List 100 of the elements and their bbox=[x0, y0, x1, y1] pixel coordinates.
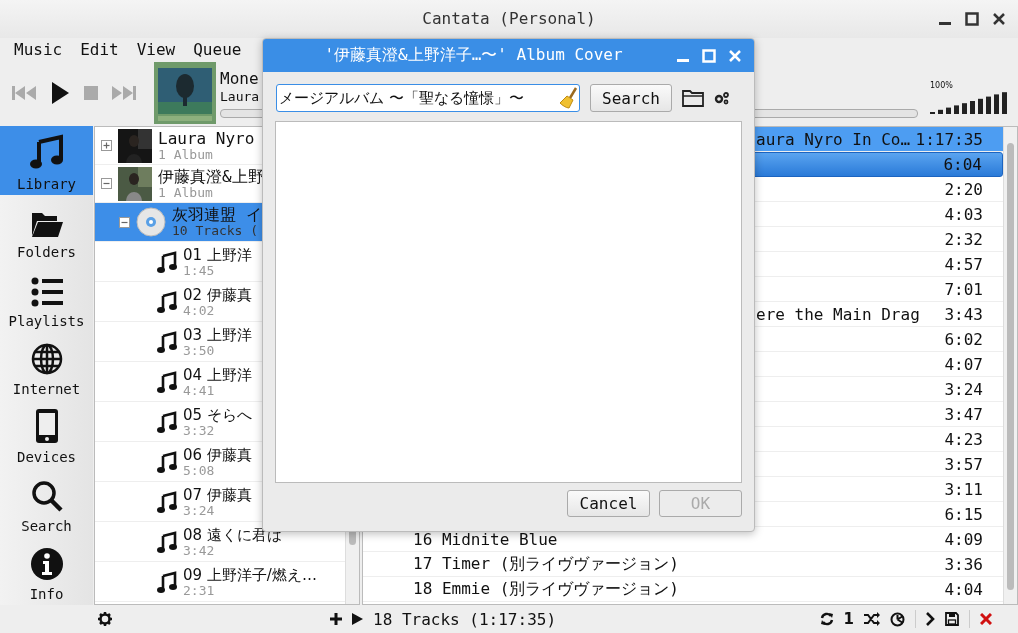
menu-item[interactable]: View bbox=[136, 39, 176, 59]
search-icon bbox=[30, 479, 63, 512]
track-duration: 3:57 bbox=[944, 454, 983, 474]
list-icon bbox=[30, 276, 63, 307]
queue-row[interactable]: 18 Emmie (別ライヴヴァージョン) 4:04 bbox=[363, 577, 1003, 603]
track-title: Mone bbox=[220, 69, 259, 90]
chevron-right-icon[interactable] bbox=[926, 612, 935, 627]
music-note-icon bbox=[157, 530, 177, 553]
maximize-icon[interactable] bbox=[965, 12, 979, 26]
music-note-icon bbox=[28, 133, 65, 170]
track-duration: 3:11 bbox=[944, 479, 983, 499]
music-note-icon bbox=[157, 410, 177, 433]
item-name: 06 伊藤真 bbox=[183, 445, 252, 464]
library-row[interactable]: 09 上野洋子/燃え… 2:31 bbox=[95, 562, 345, 603]
track-duration: 2:32 bbox=[944, 229, 983, 249]
track-duration: 6:15 bbox=[944, 504, 983, 524]
item-detail: 3:32 bbox=[183, 423, 215, 438]
item-name: 09 上野洋子/燃え… bbox=[183, 565, 317, 584]
settings-icon[interactable] bbox=[98, 612, 112, 627]
track-duration: 3:36 bbox=[944, 554, 983, 574]
item-name: 03 上野洋 bbox=[183, 325, 252, 344]
close-icon[interactable] bbox=[992, 12, 1006, 26]
track-duration: 2:20 bbox=[944, 179, 983, 199]
track-duration: 4:09 bbox=[944, 529, 983, 549]
music-note-icon bbox=[157, 290, 177, 313]
sidebar-tab[interactable]: Playlists bbox=[0, 263, 93, 332]
item-name: 伊藤真澄&上野 bbox=[158, 167, 264, 186]
clock-icon[interactable] bbox=[890, 611, 905, 627]
track-duration: 4:07 bbox=[944, 354, 983, 374]
track-duration: 3:43 bbox=[944, 304, 983, 324]
scrollbar[interactable] bbox=[1003, 127, 1017, 605]
shuffle-icon[interactable] bbox=[864, 612, 880, 627]
item-name: 灰羽連盟 イ bbox=[172, 206, 262, 225]
sidebar-tab[interactable]: Info bbox=[0, 536, 93, 606]
track-title: 17 Timer (別ライヴヴァージョン) bbox=[412, 553, 679, 575]
play-icon[interactable] bbox=[352, 613, 363, 626]
dialog-button[interactable]: Cancel bbox=[567, 490, 650, 517]
item-detail: 3:24 bbox=[183, 503, 216, 518]
item-detail: 2:31 bbox=[183, 583, 216, 598]
music-note-icon bbox=[157, 250, 177, 273]
menu-item[interactable]: Music bbox=[14, 39, 63, 59]
sidebar-tab[interactable]: Search bbox=[0, 468, 93, 537]
save-icon[interactable] bbox=[945, 612, 959, 627]
queue-row[interactable]: 17 Timer (別ライヴヴァージョン) 3:36 bbox=[363, 552, 1003, 578]
item-detail: 10 Tracks ( bbox=[172, 224, 260, 239]
disc-icon bbox=[136, 207, 166, 238]
single-mode-toggle[interactable]: 1 bbox=[843, 610, 854, 629]
menu-item[interactable]: Queue bbox=[193, 39, 242, 59]
dialog-title: '伊藤真澄&上野洋子…〜' Album Cover bbox=[324, 45, 623, 66]
track-duration: 4:57 bbox=[944, 254, 983, 274]
add-icon[interactable] bbox=[330, 613, 342, 626]
item-name: 02 伊藤真 bbox=[183, 285, 252, 304]
track-title: 18 Emmie (別ライヴヴァージョン) bbox=[412, 578, 679, 600]
item-detail: 5:08 bbox=[183, 463, 216, 478]
folder-icon bbox=[30, 210, 63, 239]
track-duration: 6:02 bbox=[944, 329, 983, 349]
track-title: ere the Main Drag bbox=[755, 304, 920, 324]
sidebar-tab[interactable]: Folders bbox=[0, 194, 93, 264]
track-artist: Laura bbox=[220, 89, 260, 106]
item-name: 01 上野洋 bbox=[183, 245, 252, 264]
expander-toggle[interactable] bbox=[101, 140, 112, 152]
expander-toggle[interactable] bbox=[119, 216, 130, 228]
item-detail: 1 Album bbox=[158, 147, 214, 162]
expander-toggle[interactable] bbox=[101, 178, 112, 190]
track-duration: 1:17:35 bbox=[915, 129, 983, 149]
item-detail: 4:02 bbox=[183, 303, 216, 318]
music-note-icon bbox=[157, 370, 177, 393]
music-note-icon bbox=[157, 490, 177, 513]
sidebar-tab[interactable]: Internet bbox=[0, 331, 93, 401]
item-detail: 1:45 bbox=[183, 263, 216, 278]
repeat-icon[interactable] bbox=[819, 612, 834, 627]
sidebar-tab[interactable]: Devices bbox=[0, 400, 93, 469]
search-field[interactable]: メージアルバム 〜「聖なる憧憬」〜 bbox=[276, 84, 580, 112]
track-title: 16 Midnite Blue bbox=[412, 529, 558, 549]
window-title: Cantata (Personal) bbox=[422, 9, 596, 29]
folder-icon[interactable] bbox=[682, 89, 704, 107]
track-duration: 4:23 bbox=[944, 429, 983, 449]
track-duration: 6:04 bbox=[943, 155, 982, 175]
play-icon[interactable] bbox=[50, 81, 70, 104]
track-title: aura Nyro In Co… bbox=[755, 129, 911, 149]
music-note-icon bbox=[157, 330, 177, 353]
volume-bars-icon[interactable] bbox=[930, 92, 1008, 115]
info-icon bbox=[30, 548, 63, 581]
sidebar-tab[interactable]: Library bbox=[0, 126, 93, 195]
menu-item[interactable]: Edit bbox=[80, 39, 119, 59]
track-duration: 3:47 bbox=[944, 404, 983, 424]
track-duration: 7:01 bbox=[944, 279, 983, 299]
clear-icon[interactable] bbox=[980, 613, 992, 626]
item-detail: 3:42 bbox=[183, 543, 216, 558]
search-button[interactable]: Search bbox=[590, 84, 672, 112]
item-name: 05 そらへ bbox=[183, 405, 252, 424]
item-name: 07 伊藤真 bbox=[183, 485, 252, 504]
music-note-icon bbox=[157, 570, 177, 593]
broom-icon[interactable] bbox=[559, 87, 579, 109]
queue-summary: 18 Tracks (1:17:35) bbox=[373, 609, 557, 629]
globe-icon bbox=[30, 343, 63, 376]
settings-icon[interactable] bbox=[714, 91, 730, 105]
track-duration: 3:24 bbox=[944, 379, 983, 399]
phone-icon bbox=[35, 409, 58, 444]
volume-reading: 100% bbox=[930, 81, 953, 91]
